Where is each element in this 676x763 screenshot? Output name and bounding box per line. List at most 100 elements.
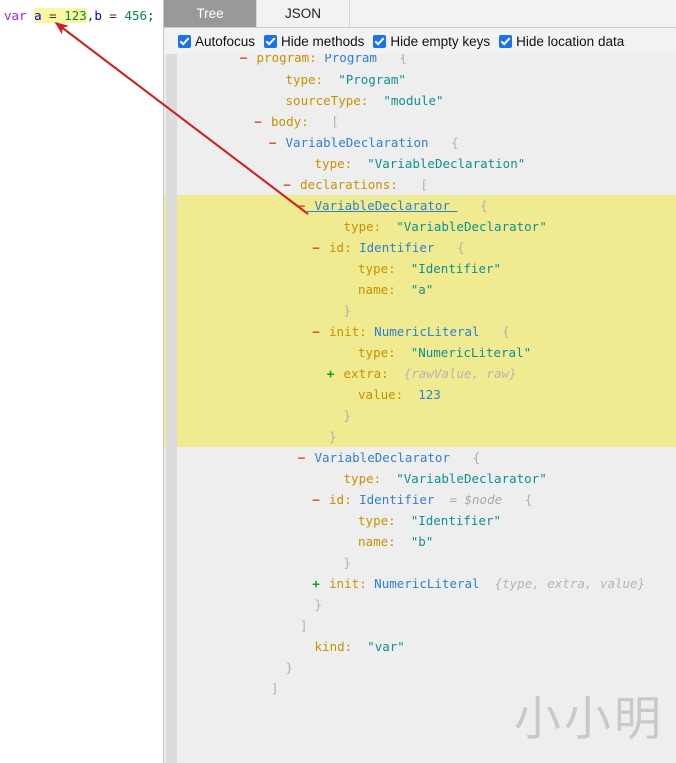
- tree-open-brace: {: [434, 240, 465, 255]
- option-autofocus-label: Autofocus: [195, 33, 256, 49]
- tree-open-brace: {: [428, 135, 459, 150]
- tree-node-name[interactable]: VariableDeclarator: [307, 198, 458, 213]
- tree-key: name:: [350, 282, 396, 297]
- collapse-toggle-icon[interactable]: −: [296, 195, 307, 216]
- tree-row[interactable]: − id: Identifier {: [164, 237, 676, 258]
- checkbox-checked-icon[interactable]: [178, 34, 191, 48]
- tree-row[interactable]: type: "NumericLiteral": [164, 342, 676, 363]
- collapse-toggle-icon[interactable]: −: [267, 132, 278, 153]
- tree-row-content: type: "VariableDeclaration": [164, 153, 676, 174]
- tree-row-content: − id: Identifier = $node {: [164, 489, 676, 510]
- tree-row-content: }: [164, 552, 676, 573]
- tree-row[interactable]: type: "VariableDeclarator": [164, 216, 676, 237]
- tree-row[interactable]: type: "VariableDeclaration": [164, 153, 676, 174]
- option-hide-methods-label: Hide methods: [281, 33, 365, 49]
- expand-toggle-icon[interactable]: +: [325, 363, 336, 384]
- tree-vertical-scrollbar[interactable]: [166, 53, 177, 763]
- tree-row[interactable]: }: [164, 657, 676, 678]
- tree-key: extra:: [336, 366, 389, 381]
- checkbox-checked-icon[interactable]: [264, 34, 278, 48]
- tree-row[interactable]: type: "VariableDeclarator": [164, 468, 676, 489]
- tree-row[interactable]: }: [164, 300, 676, 321]
- toggle-spacer-icon: [340, 384, 351, 405]
- tree-row[interactable]: value: 123: [164, 384, 676, 405]
- toggle-spacer-icon: [340, 258, 351, 279]
- tree-close-brace: }: [336, 303, 352, 318]
- tree-key: type:: [336, 219, 382, 234]
- ast-viewer-pane: Tree JSON Autofocus Hide methods Hide em…: [164, 0, 676, 763]
- tree-row[interactable]: }: [164, 405, 676, 426]
- collapse-toggle-icon[interactable]: −: [253, 111, 264, 132]
- tree-key: sourceType:: [278, 93, 369, 108]
- checkbox-checked-icon[interactable]: [373, 34, 387, 48]
- tab-tree[interactable]: Tree: [164, 0, 257, 27]
- tree-node-alias: = $node: [434, 492, 503, 507]
- toggle-spacer-icon: [296, 153, 307, 174]
- tab-strip: Tree JSON: [164, 0, 676, 28]
- checkbox-checked-icon[interactable]: [499, 34, 513, 48]
- tree-row-content: }: [164, 405, 676, 426]
- tree-string-value: "b": [395, 534, 434, 549]
- collapse-toggle-icon[interactable]: −: [296, 447, 307, 468]
- ast-tree-rows: − program: Program { type: "Program" sou…: [164, 53, 676, 699]
- tree-row[interactable]: }: [164, 594, 676, 615]
- tree-key: type:: [336, 471, 382, 486]
- tree-string-value: "Program": [323, 72, 406, 87]
- tree-close-brace: }: [321, 429, 337, 444]
- tree-row[interactable]: − id: Identifier = $node {: [164, 489, 676, 510]
- tree-row[interactable]: }: [164, 426, 676, 447]
- collapse-toggle-icon[interactable]: −: [311, 237, 322, 258]
- tree-close-brace: }: [278, 660, 294, 675]
- option-hide-location-data[interactable]: Hide location data: [499, 34, 624, 49]
- tree-row[interactable]: + init: NumericLiteral {type, extra, val…: [164, 573, 676, 594]
- tree-row[interactable]: }: [164, 552, 676, 573]
- code-editor-pane[interactable]: var a = 123,b = 456;: [0, 0, 164, 763]
- tab-json[interactable]: JSON: [257, 0, 350, 27]
- tree-row[interactable]: type: "Identifier": [164, 510, 676, 531]
- code-token-8: 456: [124, 8, 148, 23]
- tree-node-name[interactable]: Identifier: [352, 240, 434, 255]
- tree-string-value: "VariableDeclarator": [381, 471, 547, 486]
- tree-row[interactable]: kind: "var": [164, 636, 676, 657]
- collapse-toggle-icon[interactable]: −: [282, 174, 293, 195]
- tree-row-content: + init: NumericLiteral {type, extra, val…: [164, 573, 676, 594]
- tree-row-content: − declarations: [: [164, 174, 676, 195]
- tree-row[interactable]: type: "Program": [164, 69, 676, 90]
- tree-node-name[interactable]: NumericLiteral: [367, 576, 479, 591]
- option-hide-empty-keys[interactable]: Hide empty keys: [373, 34, 490, 49]
- tree-string-value: "var": [352, 639, 405, 654]
- collapse-toggle-icon[interactable]: −: [311, 321, 322, 342]
- expand-toggle-icon[interactable]: +: [311, 573, 322, 594]
- tree-node-name[interactable]: VariableDeclarator: [307, 450, 450, 465]
- tree-row[interactable]: − VariableDeclarator {: [164, 195, 676, 216]
- tree-node-name[interactable]: NumericLiteral: [367, 324, 479, 339]
- ast-tree-area[interactable]: − program: Program { type: "Program" sou…: [164, 53, 676, 763]
- collapse-toggle-icon[interactable]: −: [311, 489, 322, 510]
- tree-row[interactable]: + extra: {rawValue, raw}: [164, 363, 676, 384]
- code-line[interactable]: var a = 123,b = 456;: [4, 8, 155, 24]
- option-autofocus[interactable]: Autofocus: [178, 34, 255, 49]
- tree-node-name[interactable]: VariableDeclaration: [278, 135, 429, 150]
- tree-row[interactable]: − declarations: [: [164, 174, 676, 195]
- tree-row[interactable]: ]: [164, 615, 676, 636]
- tree-row[interactable]: name: "b": [164, 531, 676, 552]
- tree-row[interactable]: − init: NumericLiteral {: [164, 321, 676, 342]
- tree-row[interactable]: type: "Identifier": [164, 258, 676, 279]
- toggle-spacer-icon: [325, 216, 336, 237]
- tree-collapsed-preview: {rawValue, raw}: [388, 366, 517, 381]
- tree-node-name[interactable]: Program: [317, 53, 377, 65]
- tree-key: body:: [263, 114, 309, 129]
- tree-row[interactable]: − program: Program {: [164, 53, 676, 69]
- option-hide-methods[interactable]: Hide methods: [264, 34, 364, 49]
- tree-row[interactable]: − VariableDeclarator {: [164, 447, 676, 468]
- collapse-toggle-icon[interactable]: −: [238, 53, 249, 64]
- tree-row[interactable]: name: "a": [164, 279, 676, 300]
- tree-row[interactable]: − VariableDeclaration {: [164, 132, 676, 153]
- tree-key: program:: [249, 53, 317, 65]
- tree-row-content: }: [164, 300, 676, 321]
- tree-row[interactable]: sourceType: "module": [164, 90, 676, 111]
- toggle-spacer-icon: [340, 531, 351, 552]
- tree-key: init:: [321, 576, 367, 591]
- tree-row[interactable]: − body: [: [164, 111, 676, 132]
- tree-node-name[interactable]: Identifier: [352, 492, 434, 507]
